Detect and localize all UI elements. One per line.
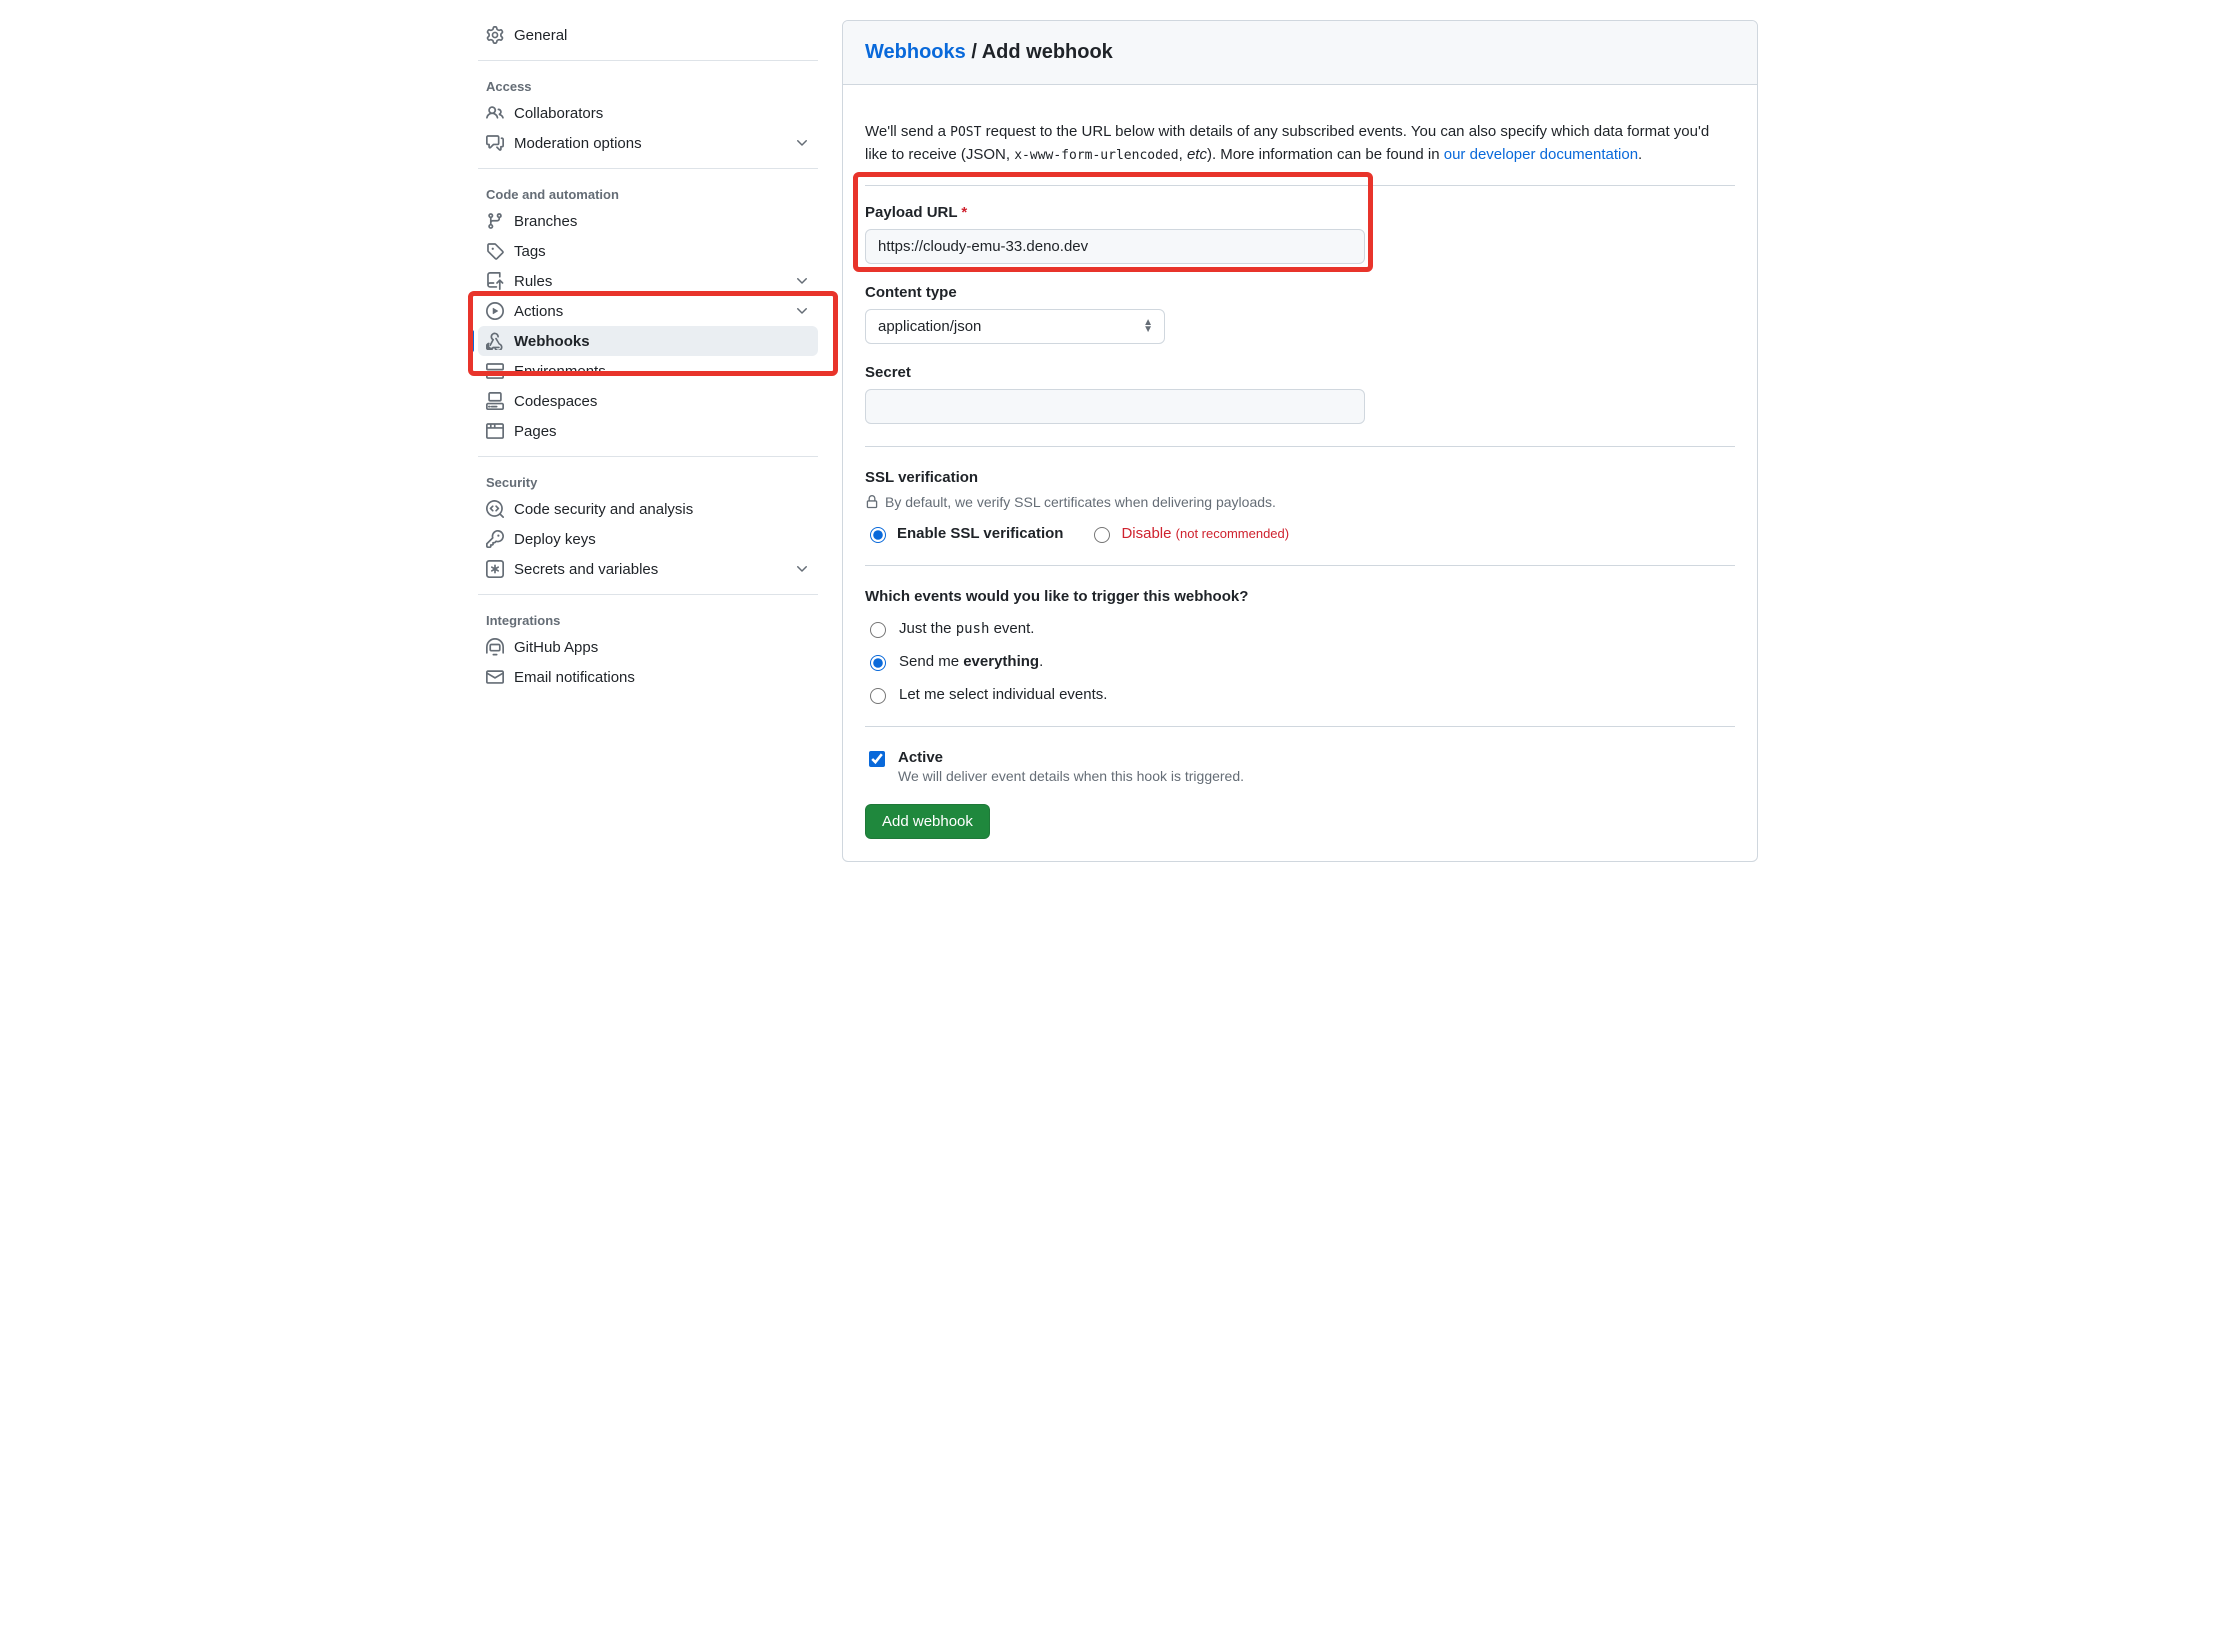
sidebar-item-code-security[interactable]: Code security and analysis	[478, 494, 818, 524]
secret-label: Secret	[865, 364, 1735, 381]
sidebar-label: Secrets and variables	[514, 561, 658, 578]
sidebar-item-rules[interactable]: Rules	[478, 266, 818, 296]
sidebar-label: Email notifications	[514, 669, 635, 686]
ssl-disable-option[interactable]: Disable (not recommended)	[1089, 524, 1289, 543]
ssl-enable-option[interactable]: Enable SSL verification	[865, 524, 1063, 543]
sidebar-label: Deploy keys	[514, 531, 596, 548]
play-circle-icon	[486, 302, 504, 320]
sidebar-label: Pages	[514, 423, 557, 440]
sidebar-label: General	[514, 27, 567, 44]
sidebar-item-codespaces[interactable]: Codespaces	[478, 386, 818, 416]
sidebar-item-environments[interactable]: Environments	[478, 356, 818, 386]
mail-icon	[486, 668, 504, 686]
sidebar-item-secrets[interactable]: Secrets and variables	[478, 554, 818, 584]
sidebar-label: Code security and analysis	[514, 501, 693, 518]
settings-sidebar: General Access Collaborators Moderation …	[478, 20, 818, 862]
events-select-individual[interactable]: Let me select individual events.	[865, 685, 1735, 704]
breadcrumb-current: Add webhook	[982, 41, 1113, 63]
events-select-radio[interactable]	[870, 688, 886, 704]
section-header-integrations: Integrations	[478, 605, 818, 632]
breadcrumb-link[interactable]: Webhooks	[865, 41, 966, 63]
repo-push-icon	[486, 272, 504, 290]
browser-icon	[486, 422, 504, 440]
section-header-access: Access	[478, 71, 818, 98]
comment-discussion-icon	[486, 134, 504, 152]
ssl-enable-radio[interactable]	[870, 527, 886, 543]
sidebar-item-actions[interactable]: Actions	[478, 296, 818, 326]
ssl-disable-radio[interactable]	[1094, 527, 1110, 543]
webhook-icon	[486, 332, 504, 350]
events-title: Which events would you like to trigger t…	[865, 588, 1735, 605]
sidebar-item-webhooks[interactable]: Webhooks	[478, 326, 818, 356]
sidebar-label: Moderation options	[514, 135, 642, 152]
sidebar-label: Codespaces	[514, 393, 597, 410]
ssl-title: SSL verification	[865, 469, 1735, 486]
active-note: We will deliver event details when this …	[898, 768, 1244, 784]
docs-link[interactable]: our developer documentation	[1444, 146, 1638, 163]
active-label: Active	[898, 749, 1244, 766]
events-just-push[interactable]: Just the push event.	[865, 619, 1735, 638]
section-header-code: Code and automation	[478, 179, 818, 206]
content-type-label: Content type	[865, 284, 1735, 301]
sidebar-item-email[interactable]: Email notifications	[478, 662, 818, 692]
sidebar-item-general[interactable]: General	[478, 20, 818, 50]
sidebar-label: Actions	[514, 303, 563, 320]
sidebar-label: Webhooks	[514, 333, 590, 350]
git-branch-icon	[486, 212, 504, 230]
sidebar-label: Tags	[514, 243, 546, 260]
codespaces-icon	[486, 392, 504, 410]
gear-icon	[486, 26, 504, 44]
breadcrumb: Webhooks / Add webhook	[843, 21, 1757, 85]
key-asterisk-icon	[486, 560, 504, 578]
sidebar-label: Branches	[514, 213, 577, 230]
events-everything-radio[interactable]	[870, 655, 886, 671]
sidebar-item-branches[interactable]: Branches	[478, 206, 818, 236]
codescan-icon	[486, 500, 504, 518]
tag-icon	[486, 242, 504, 260]
server-icon	[486, 362, 504, 380]
hubot-icon	[486, 638, 504, 656]
sidebar-item-moderation[interactable]: Moderation options	[478, 128, 818, 158]
intro-text: We'll send a POST request to the URL bel…	[865, 120, 1735, 186]
chevron-down-icon	[794, 135, 810, 151]
sidebar-label: Rules	[514, 273, 552, 290]
sidebar-item-tags[interactable]: Tags	[478, 236, 818, 266]
sidebar-label: GitHub Apps	[514, 639, 598, 656]
secret-input[interactable]	[865, 389, 1365, 424]
sidebar-item-github-apps[interactable]: GitHub Apps	[478, 632, 818, 662]
events-just-push-radio[interactable]	[870, 622, 886, 638]
people-icon	[486, 104, 504, 122]
lock-icon	[865, 495, 879, 509]
section-header-security: Security	[478, 467, 818, 494]
sidebar-item-deploy-keys[interactable]: Deploy keys	[478, 524, 818, 554]
sidebar-label: Environments	[514, 363, 606, 380]
ssl-note: By default, we verify SSL certificates w…	[865, 494, 1735, 510]
sidebar-item-pages[interactable]: Pages	[478, 416, 818, 446]
events-everything[interactable]: Send me everything.	[865, 652, 1735, 671]
active-checkbox[interactable]	[869, 751, 885, 767]
chevron-down-icon	[794, 273, 810, 289]
sidebar-label: Collaborators	[514, 105, 603, 122]
chevron-down-icon	[794, 561, 810, 577]
key-icon	[486, 530, 504, 548]
payload-url-input[interactable]	[865, 229, 1365, 264]
main-panel: Webhooks / Add webhook We'll send a POST…	[842, 20, 1758, 862]
sidebar-item-collaborators[interactable]: Collaborators	[478, 98, 818, 128]
content-type-select[interactable]: application/json	[865, 309, 1165, 344]
add-webhook-button[interactable]: Add webhook	[865, 804, 990, 839]
chevron-down-icon	[794, 303, 810, 319]
payload-url-label: Payload URL *	[865, 204, 1365, 221]
